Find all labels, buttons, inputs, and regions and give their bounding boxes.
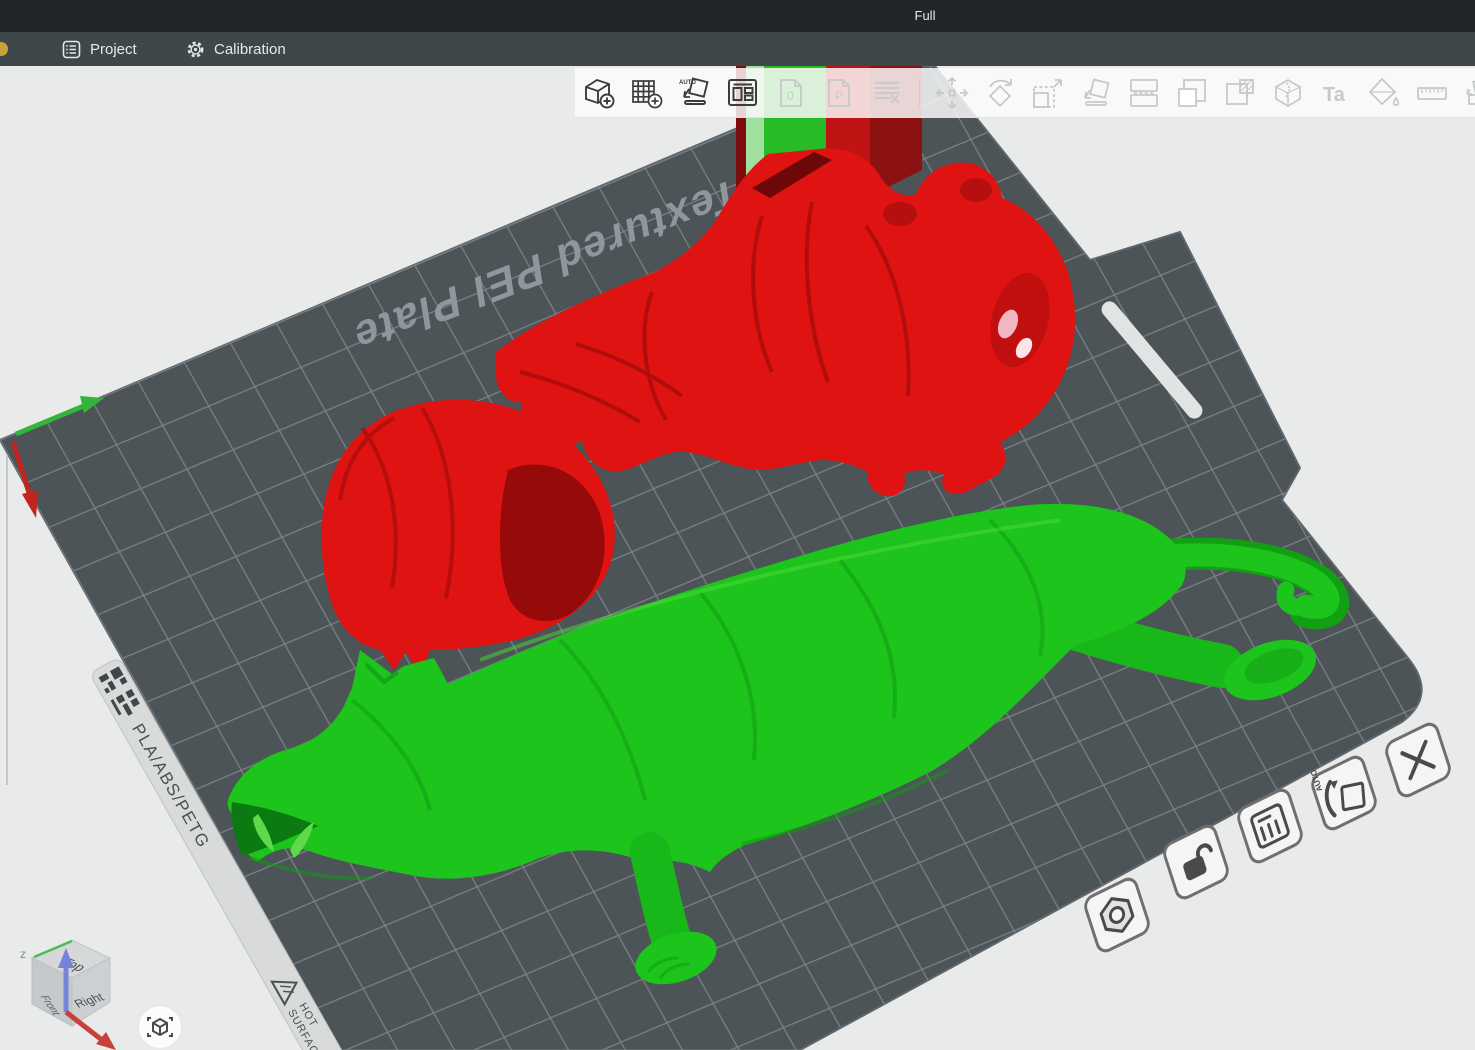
plate-delete-button[interactable]: [1384, 721, 1452, 799]
paint-icon: [1366, 75, 1402, 111]
nav-cube[interactable]: Top Front Right z: [20, 939, 116, 1050]
scene-canvas[interactable]: Textured PEI Plate PLA/ABS/PETG HOT SURF…: [0, 66, 1475, 1050]
add-object-icon[interactable]: [581, 75, 617, 111]
beast-horn-right: [960, 178, 992, 202]
beast-horn-left: [883, 202, 917, 226]
svg-text:AUTO: AUTO: [679, 80, 696, 86]
menu-calibration[interactable]: Calibration: [186, 32, 286, 66]
import-doc-list-icon: [869, 75, 905, 111]
cut-icon: [1270, 75, 1306, 111]
add-plate-icon[interactable]: [629, 75, 665, 111]
calibration-gear-icon: [186, 40, 205, 59]
measure-icon: [1414, 75, 1450, 111]
import-doc-0-icon: 0: [773, 75, 809, 111]
svg-text:P: P: [835, 89, 843, 103]
viewport-3d[interactable]: Textured PEI Plate PLA/ABS/PETG HOT SURF…: [0, 66, 1475, 1050]
menu-project-label: Project: [90, 40, 137, 58]
import-doc-p-icon: P: [821, 75, 857, 111]
menu-project[interactable]: Project: [62, 32, 137, 66]
menu-calibration-label: Calibration: [214, 40, 286, 58]
scale-icon: [1030, 75, 1066, 111]
svg-text:0: 0: [787, 89, 794, 103]
fill-color-icon: [1222, 75, 1258, 111]
menubar: Project Calibration: [0, 32, 1475, 66]
app-logo-icon[interactable]: [0, 42, 8, 56]
svg-text:Ta: Ta: [1323, 84, 1346, 106]
main-toolbar: AUTO 0 P Ta: [575, 68, 1475, 118]
fit-view-button[interactable]: [138, 1005, 182, 1049]
titlebar: Full: [0, 0, 1475, 32]
z-axis-label: z: [20, 947, 26, 961]
rotate-icon: [982, 75, 1018, 111]
split-to-parts-icon: [1174, 75, 1210, 111]
lay-on-face-icon: [1078, 75, 1114, 111]
split-to-objects-icon: [1126, 75, 1162, 111]
toolbar-separator: [919, 78, 920, 107]
text-tool-icon: Ta: [1318, 75, 1354, 111]
auto-orient-icon[interactable]: AUTO: [677, 75, 713, 111]
project-list-icon: [62, 40, 81, 59]
seam-icon: [1462, 75, 1475, 111]
move-icon: [934, 75, 970, 111]
arrange-icon[interactable]: [725, 75, 761, 111]
window-title: Full: [914, 8, 936, 23]
